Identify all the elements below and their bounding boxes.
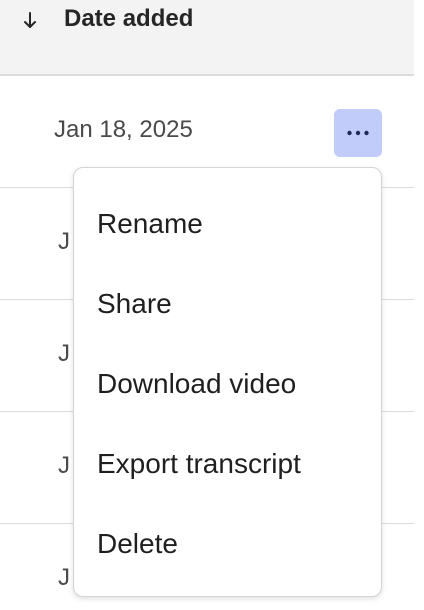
arrow-down-icon[interactable] bbox=[20, 8, 40, 32]
menu-item-label: Download video bbox=[97, 368, 297, 399]
date-added-cell: Jan 18, 2025 bbox=[54, 116, 193, 143]
menu-item-label: Delete bbox=[97, 528, 178, 559]
table-header: Date added bbox=[0, 0, 414, 76]
date-added-cell: J bbox=[58, 340, 70, 367]
date-added-cell: J bbox=[58, 452, 70, 479]
row-actions-menu: Rename Share Download video Export trans… bbox=[73, 167, 382, 597]
date-added-cell: J bbox=[58, 228, 70, 255]
menu-item-export-transcript[interactable]: Export transcript bbox=[74, 432, 381, 492]
menu-item-delete[interactable]: Delete bbox=[74, 512, 381, 572]
scroll-edge bbox=[414, 0, 424, 610]
more-options-button[interactable] bbox=[334, 109, 382, 157]
date-added-cell: J bbox=[58, 564, 70, 591]
more-horizontal-icon bbox=[347, 130, 369, 136]
menu-item-label: Share bbox=[97, 288, 172, 319]
menu-item-rename[interactable]: Rename bbox=[74, 192, 381, 252]
menu-item-label: Export transcript bbox=[97, 448, 301, 479]
menu-item-label: Rename bbox=[97, 208, 203, 239]
date-added-column-header[interactable]: Date added bbox=[64, 5, 193, 33]
menu-item-download-video[interactable]: Download video bbox=[74, 352, 381, 412]
menu-item-share[interactable]: Share bbox=[74, 272, 381, 332]
